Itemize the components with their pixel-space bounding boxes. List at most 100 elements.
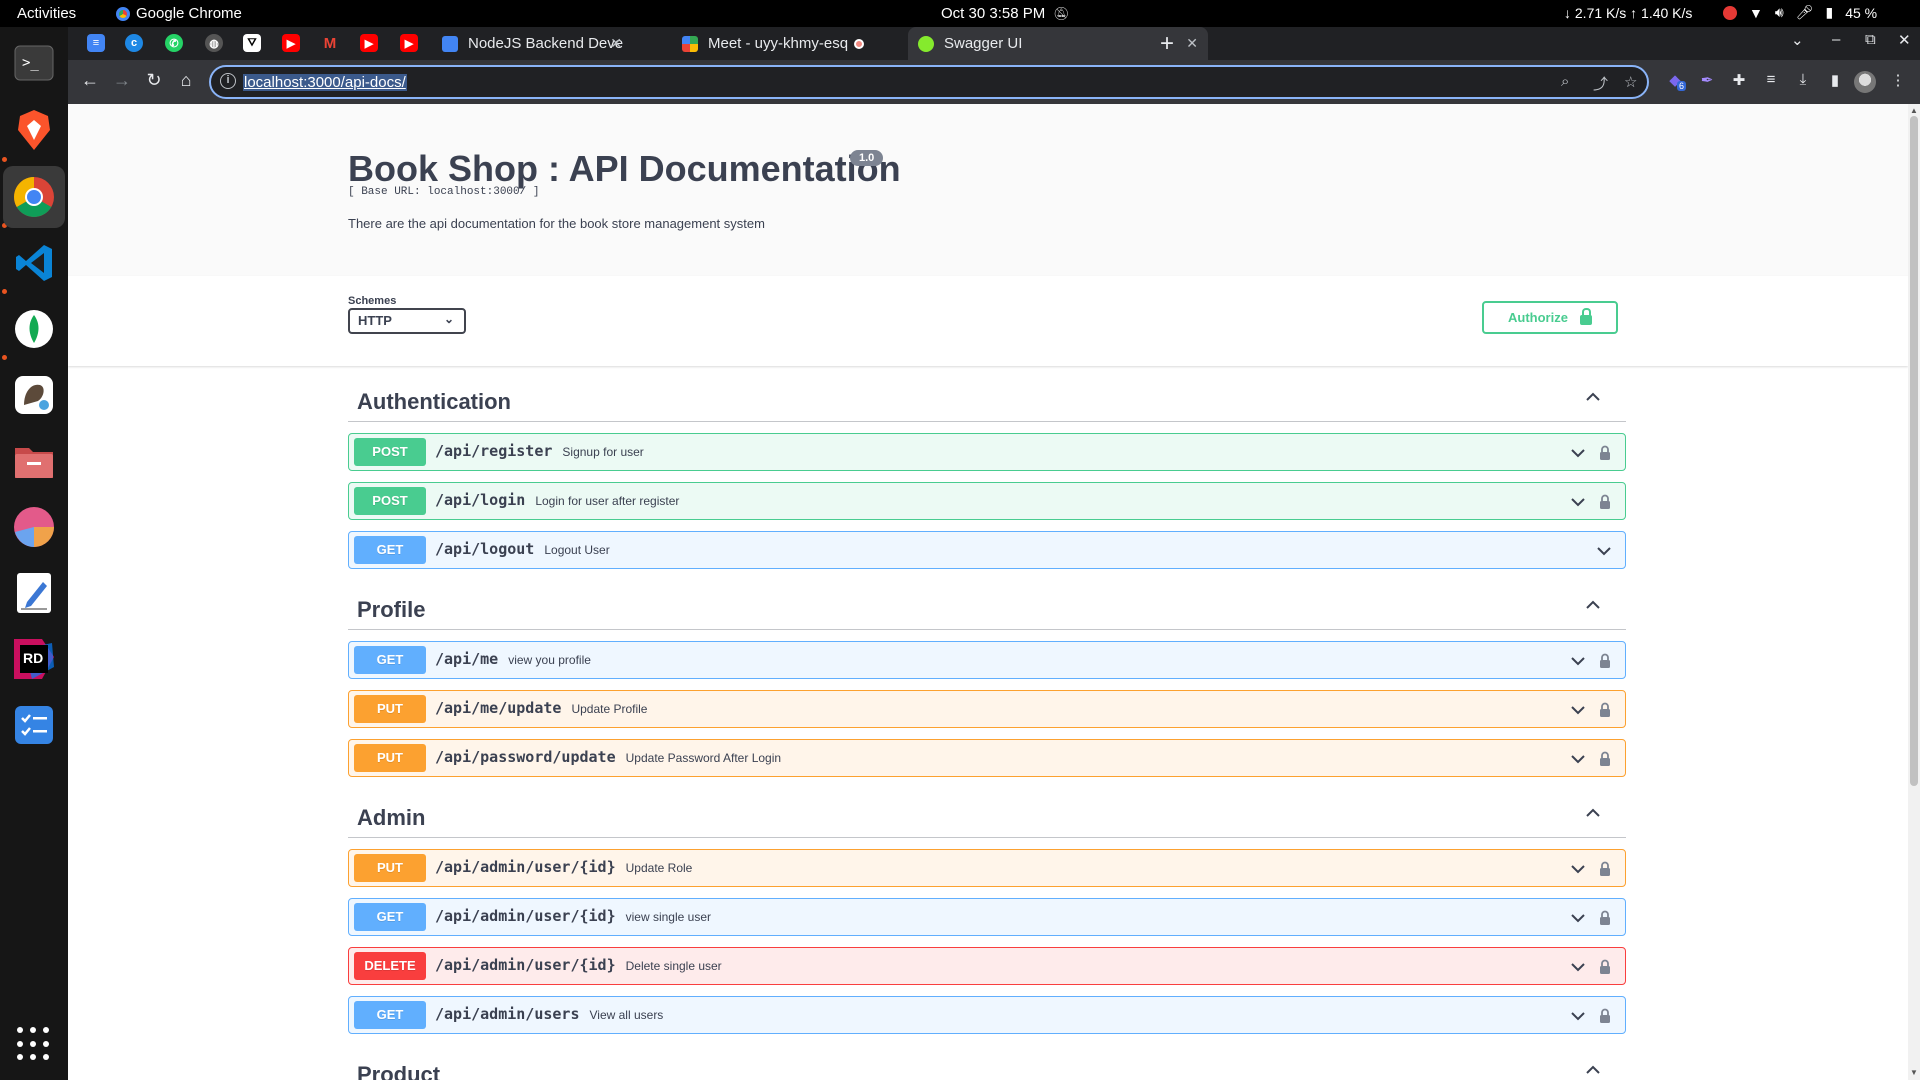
files-icon[interactable] — [10, 437, 58, 485]
brave-browser-icon[interactable] — [10, 106, 58, 154]
terminal-icon[interactable]: >_ — [10, 39, 58, 87]
show-applications-icon[interactable] — [17, 1027, 51, 1061]
pen-extension-icon[interactable]: ✒ — [1697, 71, 1717, 91]
gimp-icon[interactable] — [10, 371, 58, 419]
activities-button[interactable]: Activities — [17, 5, 76, 22]
tab-meet[interactable]: Meet - uyy-khmy-esq — [672, 27, 882, 60]
color-picker-icon[interactable] — [10, 503, 58, 551]
chevron-up-icon[interactable] — [1586, 598, 1600, 612]
url-text[interactable]: localhost:3000/api-docs/ — [243, 74, 407, 91]
operation-post[interactable]: POST/api/login Login for user after regis… — [348, 482, 1626, 520]
scrollbar-thumb[interactable] — [1910, 116, 1918, 786]
tab-nodejs[interactable]: NodeJS Backend Develop ✕ — [432, 27, 632, 60]
new-tab-button[interactable]: + — [1160, 30, 1174, 58]
rider-icon[interactable]: RD — [10, 635, 58, 683]
tasks-icon[interactable] — [10, 701, 58, 749]
chevron-down-icon[interactable] — [1571, 911, 1585, 925]
zoom-icon[interactable]: ⌕ — [1561, 73, 1569, 90]
operation-put[interactable]: PUT/api/admin/user/{id} Update Role — [348, 849, 1626, 887]
chevron-down-icon[interactable] — [1571, 960, 1585, 974]
lock-icon[interactable] — [1599, 702, 1611, 718]
chevron-down-icon[interactable] — [1571, 752, 1585, 766]
address-bar[interactable]: i localhost:3000/api-docs/ ⌕ ⤴ ☆ — [209, 65, 1649, 99]
restore-icon[interactable]: ⧉ — [1865, 31, 1876, 48]
share-icon[interactable]: ⤴ — [1593, 73, 1608, 94]
system-tray[interactable]: ▼ 🔊︎ 🎤︎ ▮ 45 % — [1723, 4, 1877, 21]
extensions-puzzle-icon[interactable]: ✚ — [1729, 71, 1749, 91]
operation-get[interactable]: GET/api/admin/users View all users — [348, 996, 1626, 1034]
site-info-icon[interactable]: i — [220, 73, 236, 89]
chevron-up-icon[interactable] — [1586, 806, 1600, 820]
chevron-up-icon[interactable] — [1586, 1063, 1600, 1077]
tag-section-admin[interactable]: Admin — [348, 792, 1626, 838]
globe-tab-icon[interactable]: ◍ — [205, 34, 223, 52]
vscode-icon[interactable] — [10, 239, 58, 287]
method-badge: GET — [354, 1001, 426, 1029]
clock[interactable]: Oct 30 3:58 PM 🔕︎ — [941, 5, 1070, 22]
authorize-button[interactable]: Authorize — [1482, 301, 1618, 334]
forward-icon[interactable]: → — [110, 70, 134, 91]
extension-icon[interactable]: ◆ 6 — [1665, 71, 1687, 91]
app-menu[interactable]: Google Chrome — [116, 5, 242, 22]
operation-delete[interactable]: DELETE/api/admin/user/{id} Delete single … — [348, 947, 1626, 985]
chevron-up-icon[interactable] — [1586, 390, 1600, 404]
google-docs-tab-icon[interactable]: ≡ — [87, 34, 105, 52]
chevron-down-icon[interactable] — [1571, 495, 1585, 509]
tag-section-product[interactable]: Product — [348, 1049, 1626, 1080]
scheme-select[interactable]: HTTP ⌄ — [348, 308, 466, 334]
chevron-down-icon[interactable] — [1571, 703, 1585, 717]
notifications-off-icon: 🔕︎ — [1053, 5, 1070, 21]
side-panel-icon[interactable]: ▮ — [1825, 71, 1845, 91]
tab-search-icon[interactable]: ⌄ — [1791, 31, 1804, 49]
lock-icon[interactable] — [1599, 751, 1611, 767]
text-editor-icon[interactable] — [10, 569, 58, 617]
lock-icon[interactable] — [1599, 959, 1611, 975]
youtube-tab-icon[interactable]: ▶ — [360, 34, 378, 52]
chrome-menu-icon[interactable]: ⋮ — [1888, 71, 1908, 91]
close-tab-icon[interactable]: ✕ — [610, 35, 622, 52]
lock-icon[interactable] — [1599, 910, 1611, 926]
datetime: Oct 30 3:58 PM — [941, 5, 1046, 22]
lock-icon[interactable] — [1599, 494, 1611, 510]
operation-get[interactable]: GET/api/logout Logout User — [348, 531, 1626, 569]
close-tab-icon[interactable]: ✕ — [1186, 35, 1198, 52]
bookmark-star-icon[interactable]: ☆ — [1624, 73, 1637, 91]
chevron-down-icon[interactable] — [1571, 862, 1585, 876]
operation-get[interactable]: GET/api/me view you profile — [348, 641, 1626, 679]
scroll-up-icon[interactable]: ▲ — [1910, 106, 1918, 115]
chevron-down-icon[interactable] — [1571, 654, 1585, 668]
scroll-down-icon[interactable]: ▼ — [1910, 1068, 1918, 1077]
page-scrollbar[interactable]: ▲ ▼ — [1908, 104, 1920, 1080]
method-badge: POST — [354, 438, 426, 466]
operation-put[interactable]: PUT/api/me/update Update Profile — [348, 690, 1626, 728]
lock-icon[interactable] — [1599, 1008, 1611, 1024]
download-icon[interactable]: ⤓ — [1793, 71, 1813, 91]
reload-icon[interactable]: ↻ — [142, 70, 166, 91]
chrome-icon[interactable] — [3, 166, 65, 228]
tag-section-authentication[interactable]: Authentication — [348, 376, 1626, 422]
operation-get[interactable]: GET/api/admin/user/{id} view single user — [348, 898, 1626, 936]
gmail-tab-icon[interactable]: M — [321, 34, 339, 52]
operation-put[interactable]: PUT/api/password/update Update Password A… — [348, 739, 1626, 777]
lock-icon[interactable] — [1599, 653, 1611, 669]
youtube-tab-icon[interactable]: ▶ — [400, 34, 418, 52]
chevron-down-icon[interactable] — [1571, 1009, 1585, 1023]
youtube-tab-icon[interactable]: ▶ — [282, 34, 300, 52]
tag-section-profile[interactable]: Profile — [348, 584, 1626, 630]
chevron-down-icon[interactable] — [1597, 544, 1611, 558]
media-control-icon[interactable]: ≡ — [1761, 71, 1781, 91]
back-icon[interactable]: ← — [78, 70, 102, 91]
lock-icon[interactable] — [1599, 861, 1611, 877]
minimize-icon[interactable]: – — [1832, 31, 1840, 48]
operation-post[interactable]: POST/api/register Signup for user — [348, 433, 1626, 471]
mongodb-compass-icon[interactable] — [10, 305, 58, 353]
tab-title: NodeJS Backend Develop — [468, 35, 623, 52]
profile-avatar[interactable] — [1854, 71, 1876, 93]
lock-icon[interactable] — [1599, 445, 1611, 461]
close-window-icon[interactable]: ✕ — [1898, 31, 1911, 49]
pinned-tab-icon[interactable]: c — [125, 34, 143, 52]
pinned-tab-icon[interactable]: ⛛ — [243, 34, 261, 52]
whatsapp-tab-icon[interactable]: ✆ — [165, 34, 183, 52]
home-icon[interactable]: ⌂ — [174, 70, 198, 91]
chevron-down-icon[interactable] — [1571, 446, 1585, 460]
